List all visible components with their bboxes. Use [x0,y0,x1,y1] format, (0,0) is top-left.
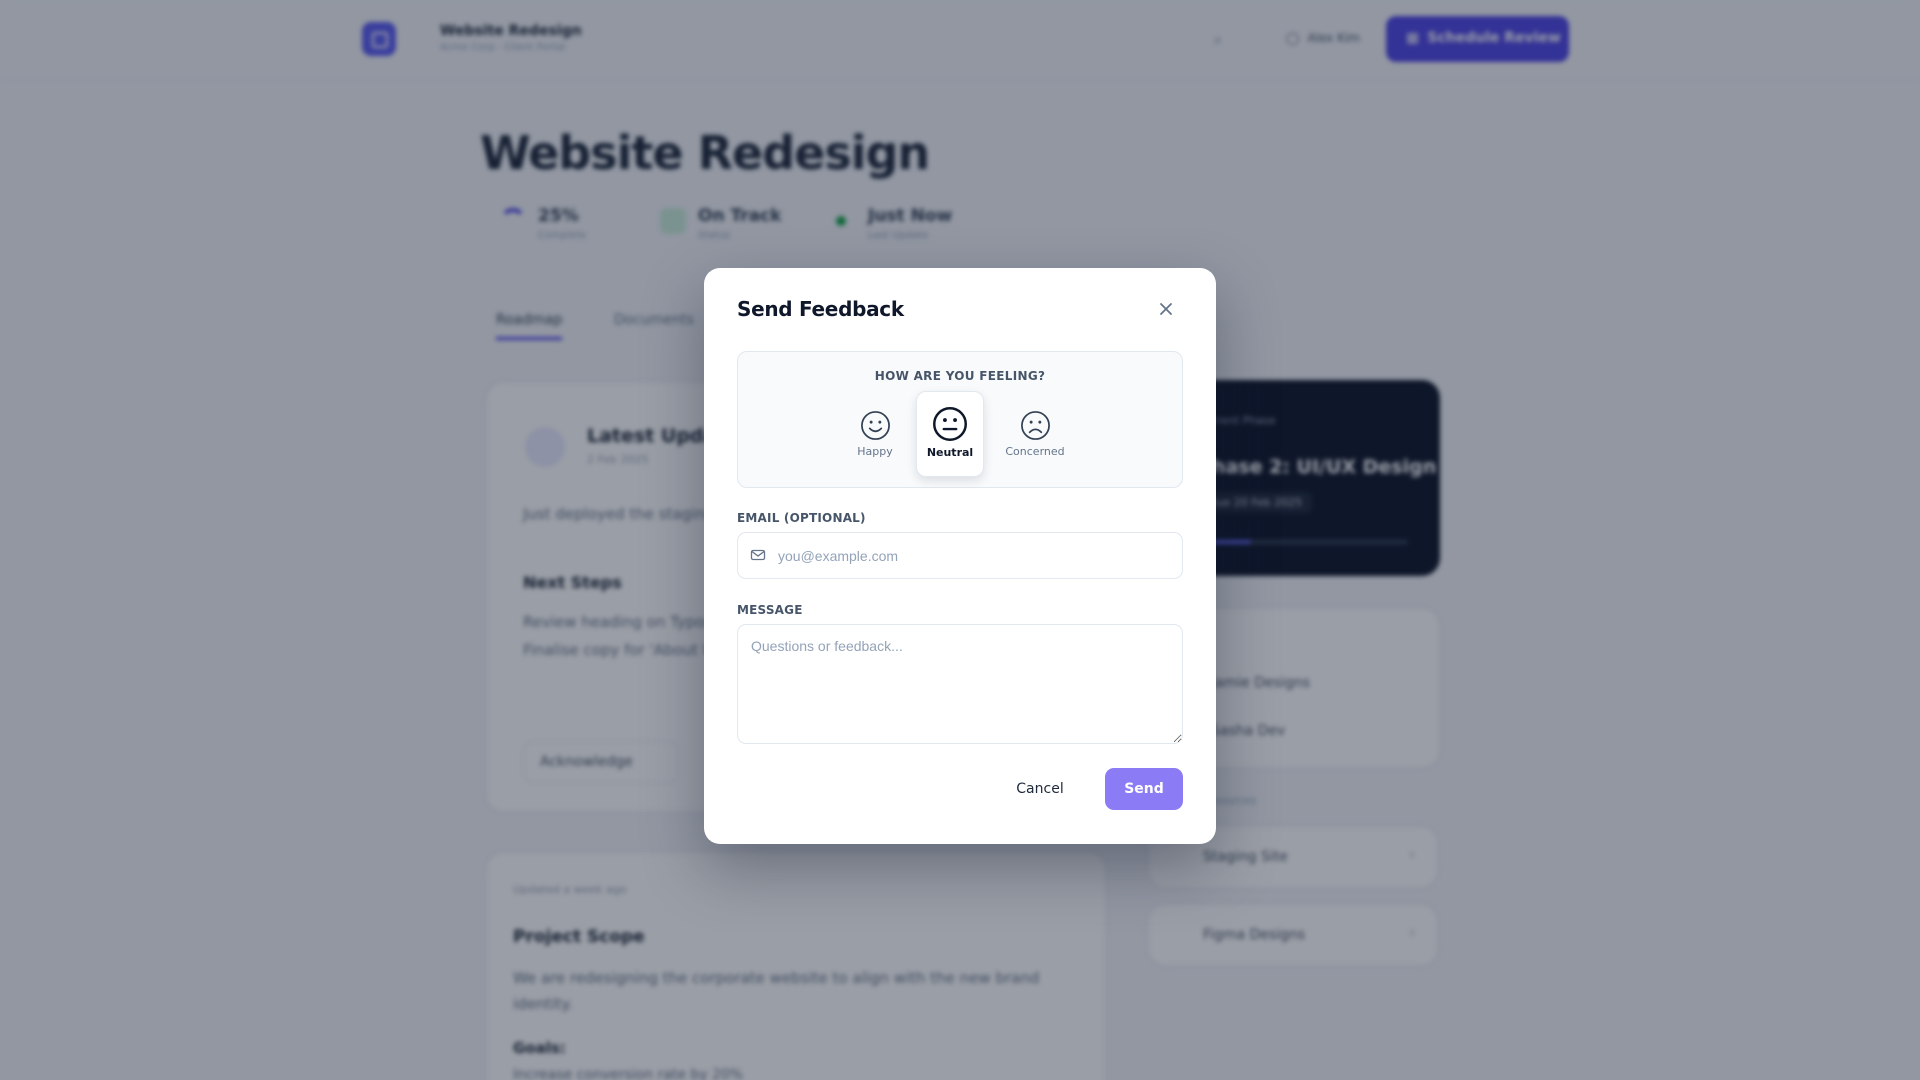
close-icon [1160,302,1172,315]
mood-label: Concerned [1005,445,1065,458]
email-field [737,532,1183,579]
mail-icon [750,549,766,561]
dialog-title: Send Feedback [737,297,904,321]
neutral-face-icon [933,407,967,441]
cancel-button[interactable]: Cancel [1008,768,1072,810]
smile-icon [860,411,890,440]
mood-question: HOW ARE YOU FEELING? [874,369,1046,383]
mood-option-neutral[interactable]: Neutral [916,391,984,477]
mood-label: Happy [857,445,893,458]
message-textarea[interactable] [737,624,1183,744]
mood-selector: HOW ARE YOU FEELING? Happy Neutral Conce… [737,351,1183,488]
email-input[interactable] [778,533,1174,578]
message-label: MESSAGE [737,603,803,617]
send-feedback-dialog: Send Feedback HOW ARE YOU FEELING? Happy… [704,268,1216,844]
send-button[interactable]: Send [1105,768,1183,810]
mood-option-concerned[interactable]: Concerned [1001,392,1069,478]
frown-icon [1020,411,1050,440]
close-button[interactable] [1152,296,1180,324]
email-label: EMAIL (OPTIONAL) [737,511,866,525]
mood-option-happy[interactable]: Happy [841,392,909,478]
mood-label: Neutral [926,446,974,459]
